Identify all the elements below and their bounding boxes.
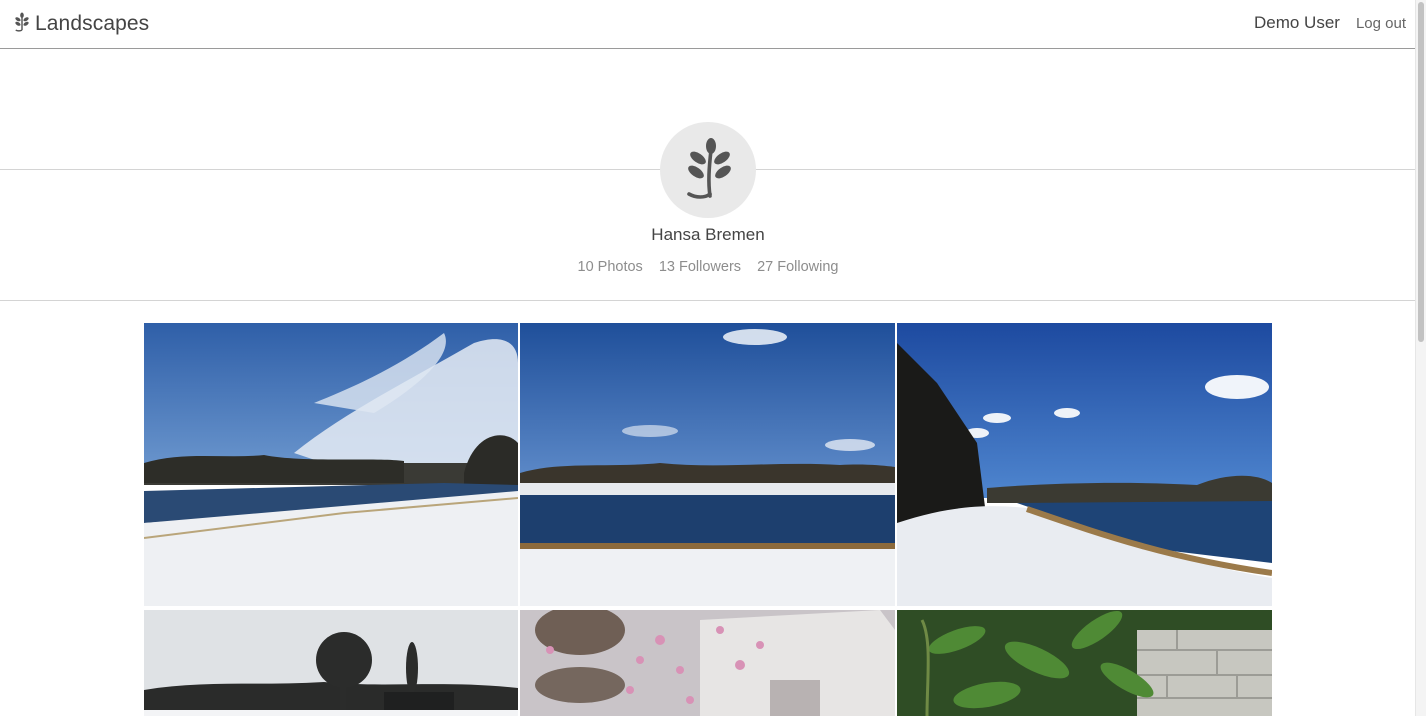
user-menu-link[interactable]: Demo User (1254, 13, 1340, 33)
brand-title: Landscapes (35, 12, 150, 35)
page-scrollbar[interactable] (1415, 0, 1426, 716)
photo-thumbnail[interactable] (144, 323, 518, 606)
photo-thumbnail[interactable] (520, 323, 895, 606)
scrollbar-thumb[interactable] (1418, 2, 1424, 342)
profile-name: Hansa Bremen (651, 225, 765, 244)
photo-thumbnail[interactable] (897, 323, 1272, 606)
leaf-branch-icon (13, 12, 31, 37)
followers-count-link[interactable]: 13 Followers (659, 259, 741, 275)
photo-thumbnail[interactable] (897, 610, 1272, 716)
avatar[interactable] (660, 122, 756, 218)
top-navbar: Landscapes Demo User Log out (0, 0, 1416, 49)
profile-divider-bottom (0, 300, 1416, 301)
profile-stats: 10 Photos 13 Followers 27 Following (0, 259, 1416, 275)
brand-link[interactable]: Landscapes (13, 11, 149, 37)
logout-link[interactable]: Log out (1356, 15, 1406, 32)
photos-count-link[interactable]: 10 Photos (578, 259, 643, 275)
photo-thumbnail[interactable] (144, 610, 518, 716)
photo-thumbnail[interactable] (520, 610, 895, 716)
following-count-link[interactable]: 27 Following (757, 259, 838, 275)
leaf-branch-icon (680, 136, 736, 205)
